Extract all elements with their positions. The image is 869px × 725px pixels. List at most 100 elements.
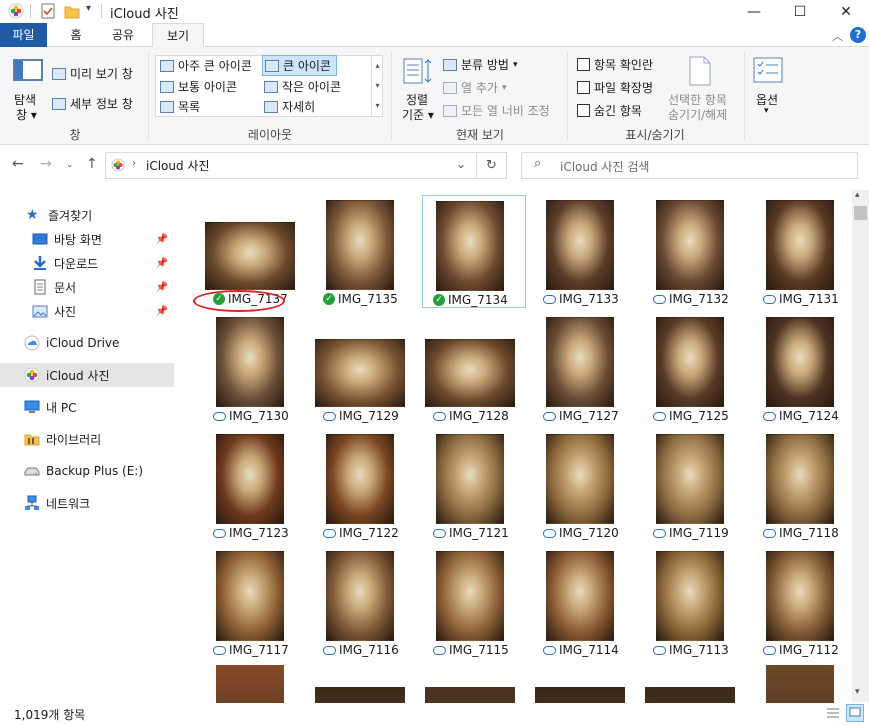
properties-icon[interactable] xyxy=(40,3,56,19)
file-item[interactable]: IMG_7125 xyxy=(637,312,743,425)
file-item[interactable]: IMG_7118 xyxy=(747,429,852,542)
new-folder-icon[interactable] xyxy=(64,3,80,19)
layout-details[interactable]: 자세히 xyxy=(264,98,315,115)
file-item[interactable]: IMG_7124 xyxy=(747,312,852,425)
group-by-button[interactable]: 분류 방법 ▾ xyxy=(443,56,518,73)
tab-share[interactable]: 공유 xyxy=(100,23,146,47)
file-item[interactable]: IMG_7119 xyxy=(637,429,743,542)
search-box[interactable]: ⌕ iCloud 사진 검색 xyxy=(521,152,858,179)
preview-pane-button[interactable]: 미리 보기 창 xyxy=(52,65,133,82)
file-item[interactable]: IMG_7113 xyxy=(637,546,743,659)
scrollbar-thumb[interactable] xyxy=(854,206,867,220)
item-checkbox-toggle[interactable]: 항목 확인란 xyxy=(577,56,653,73)
nav-libraries[interactable]: 라이브러리 xyxy=(0,427,174,451)
file-item[interactable]: IMG_7130 xyxy=(197,312,303,425)
layout-scroll-buttons[interactable]: ▴ ▾ ▾ xyxy=(371,56,383,116)
large-icons-view-icon[interactable] xyxy=(846,704,864,722)
file-item[interactable]: IMG_7122 xyxy=(307,429,413,542)
layout-small-icons[interactable]: 작은 아이콘 xyxy=(264,78,341,95)
nav-quick-access[interactable]: ★ 즐겨찾기 xyxy=(0,203,174,227)
scroll-up-icon[interactable]: ▴ xyxy=(855,190,860,200)
scroll-down-icon[interactable]: ▾ xyxy=(855,687,860,697)
photo-thumbnail[interactable] xyxy=(766,665,834,705)
medium-icons-icon xyxy=(160,80,174,93)
nav-downloads[interactable]: 다운로드 📌 xyxy=(0,251,174,275)
tab-home[interactable]: 홈 xyxy=(56,23,96,47)
layout-medium-icons[interactable]: 보통 아이콘 xyxy=(160,78,237,95)
file-item[interactable]: IMG_7120 xyxy=(527,429,633,542)
file-item[interactable]: IMG_7114 xyxy=(527,546,633,659)
layout-extra-large-icons[interactable]: 아주 큰 아이콘 xyxy=(160,57,252,74)
file-name: IMG_7125 xyxy=(669,409,729,423)
nav-pane-button-line2[interactable]: 창 ▾ xyxy=(16,106,37,123)
tab-view[interactable]: 보기 xyxy=(152,23,204,48)
up-arrow-icon[interactable]: ↑ xyxy=(86,156,98,172)
file-item[interactable]: ✓ IMG_7135 xyxy=(307,195,413,308)
file-caption: IMG_7124 xyxy=(763,409,839,423)
file-item[interactable]: IMG_7123 xyxy=(197,429,303,542)
breadcrumb-chevron-icon[interactable]: › xyxy=(132,158,136,169)
file-item[interactable]: IMG_7121 xyxy=(417,429,523,542)
layout-list[interactable]: 목록 xyxy=(160,98,200,115)
maximize-button[interactable]: ☐ xyxy=(777,0,823,23)
nav-backup-drive[interactable]: Backup Plus (E:) xyxy=(0,459,174,483)
cloud-icon xyxy=(433,411,446,421)
add-columns-button[interactable]: 열 추가 ▾ xyxy=(443,79,506,96)
file-item[interactable]: IMG_7128 xyxy=(417,312,523,425)
pin-icon[interactable]: 📌 xyxy=(156,258,168,269)
file-item[interactable]: IMG_7132 xyxy=(637,195,743,308)
checkbox-icon xyxy=(577,81,590,94)
collapse-ribbon-icon[interactable]: ︿ xyxy=(832,28,843,44)
file-item[interactable]: IMG_7127 xyxy=(527,312,633,425)
qat-dropdown-icon[interactable]: ▾ xyxy=(86,3,91,14)
photo-thumbnail xyxy=(656,200,724,290)
address-bar[interactable]: › iCloud 사진 ⌄ xyxy=(105,152,477,179)
file-item[interactable]: IMG_7133 xyxy=(527,195,633,308)
pin-icon[interactable]: 📌 xyxy=(156,234,168,245)
address-dropdown-icon[interactable]: ⌄ xyxy=(456,157,466,171)
vertical-scrollbar[interactable]: ▴ ▾ xyxy=(852,190,869,702)
file-caption: IMG_7123 xyxy=(213,526,289,540)
breadcrumb[interactable]: iCloud 사진 xyxy=(146,157,210,174)
close-button[interactable]: ✕ xyxy=(823,0,869,23)
file-item[interactable]: IMG_7116 xyxy=(307,546,413,659)
photo-thumbnail[interactable] xyxy=(216,665,284,705)
nav-icloud-drive[interactable]: iCloud Drive xyxy=(0,331,174,355)
file-caption: IMG_7130 xyxy=(213,409,289,423)
back-arrow-icon[interactable]: ← xyxy=(12,156,24,172)
file-item[interactable]: IMG_7129 xyxy=(307,312,413,425)
help-icon[interactable]: ? xyxy=(850,27,866,43)
hide-selected-button-line2[interactable]: 숨기기/해제 xyxy=(668,106,727,123)
cloud-icon xyxy=(653,294,666,304)
file-item[interactable]: IMG_7112 xyxy=(747,546,852,659)
cloud-icon xyxy=(653,411,666,421)
layout-large-icons[interactable]: 큰 아이콘 xyxy=(262,55,337,76)
details-view-icon[interactable] xyxy=(826,706,840,720)
pin-icon[interactable]: 📌 xyxy=(156,282,168,293)
nav-label: 문서 xyxy=(54,280,77,295)
search-input[interactable]: iCloud 사진 검색 xyxy=(560,158,649,175)
file-item[interactable]: IMG_7131 xyxy=(747,195,852,308)
tab-file[interactable]: 파일 xyxy=(0,23,47,47)
nav-network[interactable]: 네트워크 xyxy=(0,491,174,515)
forward-arrow-icon[interactable]: → xyxy=(40,156,52,172)
recent-locations-icon[interactable]: ⌄ xyxy=(66,160,74,170)
file-extension-toggle[interactable]: 파일 확장명 xyxy=(577,79,653,96)
file-item[interactable]: IMG_7115 xyxy=(417,546,523,659)
nav-icloud-photos[interactable]: iCloud 사진 xyxy=(0,363,174,387)
file-item[interactable]: IMG_7117 xyxy=(197,546,303,659)
fit-columns-button[interactable]: 모든 열 너비 조정 xyxy=(443,102,550,119)
refresh-icon[interactable]: ↻ xyxy=(477,152,507,179)
nav-desktop[interactable]: 바탕 화면 📌 xyxy=(0,227,174,251)
file-item[interactable]: ✓ IMG_7134 xyxy=(422,195,526,308)
hidden-items-toggle[interactable]: 숨긴 항목 xyxy=(577,102,642,119)
nav-pane-icon xyxy=(13,59,43,81)
nav-pictures[interactable]: 사진 📌 xyxy=(0,299,174,323)
nav-documents[interactable]: 문서 📌 xyxy=(0,275,174,299)
minimize-button[interactable]: — xyxy=(731,0,777,23)
details-pane-button[interactable]: 세부 정보 창 xyxy=(52,95,133,112)
pin-icon[interactable]: 📌 xyxy=(156,306,168,317)
sort-by-button-line2[interactable]: 기준 ▾ xyxy=(402,106,434,123)
nav-this-pc[interactable]: 내 PC xyxy=(0,395,174,419)
options-dropdown-icon[interactable]: ▾ xyxy=(764,106,769,116)
